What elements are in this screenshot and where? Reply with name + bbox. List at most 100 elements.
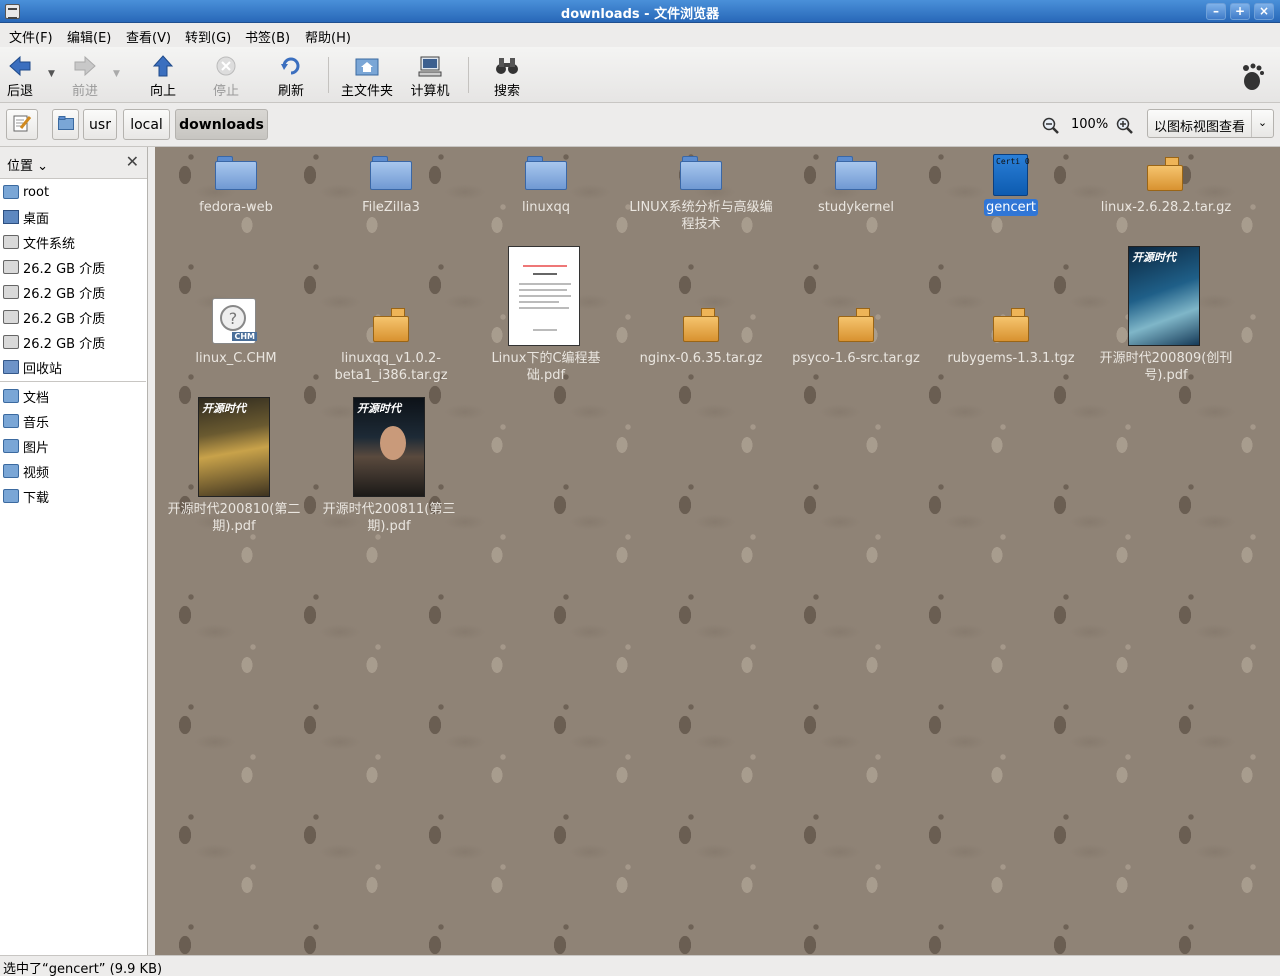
status-text: 选中了“gencert” (9.9 KB) — [3, 962, 163, 976]
computer-button[interactable]: 计算机 — [410, 53, 450, 99]
sidebar-item-volume[interactable]: 26.2 GB 介质 — [0, 331, 146, 353]
file-item[interactable]: linuxqq — [471, 199, 621, 216]
file-item[interactable]: studykernel — [781, 199, 931, 216]
file-item[interactable]: rubygems-1.3.1.tgz — [936, 350, 1086, 367]
stop-label: 停止 — [212, 84, 239, 99]
search-label: 搜索 — [493, 84, 520, 99]
sidebar-header: 位置 ⌄ ✕ — [0, 147, 147, 179]
close-sidebar-icon[interactable]: ✕ — [126, 152, 139, 171]
forward-button[interactable]: 前进 — [70, 53, 100, 99]
binary-file-icon: Certi 0 — [993, 154, 1030, 196]
sidebar-item-trash[interactable]: 回收站 — [0, 356, 146, 378]
sidebar-item-filesystem[interactable]: 文件系统 — [0, 231, 146, 253]
menu-bookmarks[interactable]: 书签(B) — [245, 27, 290, 46]
folder-icon — [680, 156, 722, 190]
sidebar-item-label: 下载 — [23, 490, 50, 506]
menu-edit[interactable]: 编辑(E) — [67, 27, 111, 46]
sidebar-item-volume[interactable]: 26.2 GB 介质 — [0, 306, 146, 328]
edit-icon — [13, 114, 32, 136]
home-button[interactable]: 主文件夹 — [340, 53, 394, 99]
computer-icon — [417, 53, 443, 79]
sidebar-item-label: 文档 — [23, 390, 50, 406]
path-local-button[interactable]: local — [123, 109, 170, 140]
sidebar-item-label: 图片 — [23, 440, 50, 456]
root-folder-icon — [57, 115, 74, 134]
sidebar-item-volume[interactable]: 26.2 GB 介质 — [0, 256, 146, 278]
sidebar-item-pictures[interactable]: 图片 — [0, 435, 146, 457]
maximize-button[interactable]: + — [1230, 3, 1250, 20]
file-item[interactable]: linux_C.CHM — [161, 350, 311, 367]
menu-go[interactable]: 转到(G) — [185, 27, 231, 46]
toggle-location-entry-button[interactable] — [6, 109, 38, 140]
gnome-foot-icon — [1240, 63, 1266, 95]
sidebar-item-label: 视频 — [23, 465, 50, 481]
path-downloads-button[interactable]: downloads — [175, 109, 268, 140]
forward-history-dropdown[interactable]: ▼ — [113, 69, 120, 79]
sidebar-type-select[interactable]: 位置 ⌄ — [7, 155, 48, 174]
path-usr-button[interactable]: usr — [83, 109, 117, 140]
reload-label: 刷新 — [277, 84, 304, 99]
menu-bar: 文件(F) 编辑(E) 查看(V) 转到(G) 书签(B) 帮助(H) — [0, 23, 1280, 47]
location-bar: usr local downloads 100% — [0, 103, 1280, 147]
sidebar-item-documents[interactable]: 文档 — [0, 385, 146, 407]
file-name: nginx-0.6.35.tar.gz — [639, 351, 763, 366]
folder-icon — [215, 156, 257, 190]
file-item[interactable]: Linux下的C编程基础.pdf — [471, 350, 621, 384]
close-button[interactable]: × — [1254, 3, 1274, 20]
file-item[interactable]: psyco-1.6-src.tar.gz — [781, 350, 931, 367]
search-button[interactable]: 搜索 — [492, 53, 522, 99]
sidebar-type-label: 位置 — [7, 159, 34, 174]
folder-icon — [835, 156, 877, 190]
minimize-button[interactable]: – — [1206, 3, 1226, 20]
sidebar-item-label: 26.2 GB 介质 — [23, 286, 106, 302]
file-item-selected[interactable]: gencert — [936, 199, 1086, 216]
file-item[interactable]: fedora-web — [161, 199, 311, 216]
stop-icon — [213, 53, 239, 79]
magazine-cover-icon: 开源时代 — [353, 397, 425, 497]
menu-view[interactable]: 查看(V) — [126, 27, 171, 46]
view-mode-select[interactable]: 以图标视图查看 ⌄ — [1147, 109, 1274, 138]
sidebar-item-desktop[interactable]: 桌面 — [0, 206, 146, 228]
reload-icon — [278, 53, 304, 79]
zoom-in-icon[interactable] — [1116, 117, 1134, 139]
sidebar-resize-handle[interactable] — [148, 147, 155, 955]
file-item[interactable]: linuxqq_v1.0.2-beta1_i386.tar.gz — [316, 350, 466, 384]
file-item[interactable]: LINUX系统分析与高级编程技术 — [626, 199, 776, 233]
menu-file[interactable]: 文件(F) — [9, 27, 53, 46]
archive-icon — [683, 308, 719, 342]
icon-view[interactable]: fedora-web FileZilla3 linuxqq LINUX系统分析与… — [155, 147, 1280, 955]
up-button[interactable]: 向上 — [149, 53, 177, 99]
sidebar-item-downloads[interactable]: 下载 — [0, 485, 146, 507]
home-folder-icon — [354, 53, 380, 79]
sidebar-item-videos[interactable]: 视频 — [0, 460, 146, 482]
sidebar-item-volume[interactable]: 26.2 GB 介质 — [0, 281, 146, 303]
chm-badge: CHM — [232, 332, 257, 341]
sidebar-item-music[interactable]: 音乐 — [0, 410, 146, 432]
reload-button[interactable]: 刷新 — [277, 53, 305, 99]
stop-button[interactable]: 停止 — [212, 53, 240, 99]
folder-icon — [3, 439, 19, 453]
zoom-out-icon[interactable] — [1042, 117, 1060, 139]
file-item[interactable]: 开源时代200811(第三期).pdf — [314, 501, 464, 535]
sidebar-item-root[interactable]: root — [0, 181, 146, 203]
drive-icon — [3, 235, 19, 249]
folder-icon — [3, 464, 19, 478]
desktop-icon — [3, 210, 19, 224]
path-root-button[interactable] — [52, 109, 79, 140]
archive-icon — [993, 308, 1029, 342]
magazine-cover-icon: 开源时代 — [198, 397, 270, 497]
file-item[interactable]: 开源时代200809(创刊号).pdf — [1091, 350, 1241, 384]
menu-help[interactable]: 帮助(H) — [305, 27, 351, 46]
zoom-level[interactable]: 100% — [1071, 117, 1108, 132]
file-name: rubygems-1.3.1.tgz — [947, 351, 1075, 366]
file-item[interactable]: linux-2.6.28.2.tar.gz — [1091, 199, 1241, 216]
svg-text:?: ? — [229, 309, 238, 328]
file-name: psyco-1.6-src.tar.gz — [792, 351, 920, 366]
back-history-dropdown[interactable]: ▼ — [48, 69, 55, 79]
file-item[interactable]: nginx-0.6.35.tar.gz — [626, 350, 776, 367]
file-item[interactable]: 开源时代200810(第二期).pdf — [159, 501, 309, 535]
magazine-cover-icon: 开源时代 — [1128, 246, 1200, 346]
back-button[interactable]: 后退 — [6, 53, 34, 99]
file-item[interactable]: FileZilla3 — [316, 199, 466, 216]
cover-title: 开源时代 — [357, 402, 401, 415]
